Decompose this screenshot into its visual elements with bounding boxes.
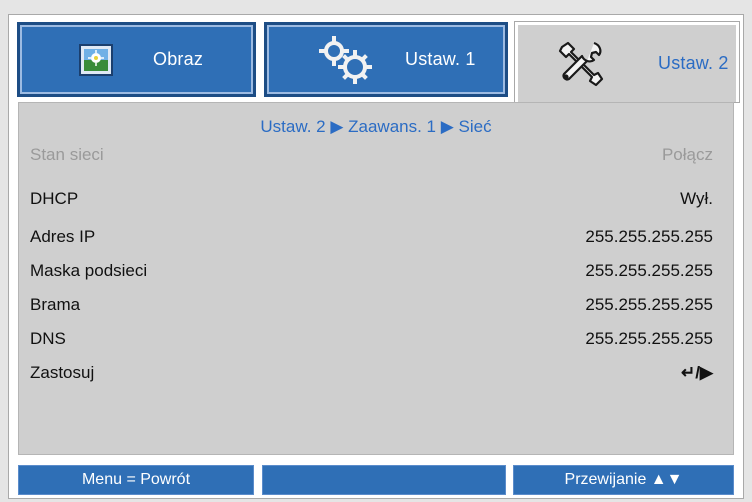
footer-scroll-hint: Przewijanie ▲▼ — [513, 465, 734, 495]
row-label: Zastosuj — [30, 363, 95, 382]
row-label: DHCP — [30, 189, 79, 208]
row-value: Wył. — [680, 189, 713, 208]
row-value: 255.255.255.255 — [585, 227, 713, 246]
row-value: Połącz — [661, 145, 713, 164]
tab-label: Ustaw. 2 — [658, 53, 729, 73]
menu-row-zastosuj[interactable]: Zastosuj ↵/▶ — [30, 356, 713, 390]
row-value: 255.255.255.255 — [585, 261, 713, 280]
footer-left-label: Menu = Powrót — [81, 471, 191, 488]
tab-ustaw-1[interactable]: Ustaw. 1 — [264, 22, 508, 97]
footer-back-hint: Menu = Powrót — [18, 465, 254, 495]
menu-row-dns[interactable]: DNS 255.255.255.255 — [30, 322, 713, 356]
row-value: 255.255.255.255 — [585, 329, 713, 348]
tab-ustaw-2[interactable]: Ustaw. 2 — [514, 21, 740, 103]
menu-row-dhcp[interactable]: DHCP Wył. — [30, 182, 713, 216]
row-value: 255.255.255.255 — [585, 295, 713, 314]
gears-icon — [317, 35, 373, 84]
row-label: Adres IP — [30, 227, 96, 246]
row-label: Brama — [30, 295, 81, 314]
menu-row-maska-podsieci[interactable]: Maska podsieci 255.255.255.255 — [30, 254, 713, 288]
footer-right-label: Przewijanie ▲▼ — [564, 471, 683, 488]
tab-obraz[interactable]: Obraz — [17, 22, 256, 97]
menu-row-adres-ip[interactable]: Adres IP 255.255.255.255 — [30, 220, 713, 254]
tools-icon — [554, 39, 606, 89]
menu-row-stan-sieci: Stan sieci Połącz — [30, 138, 713, 172]
footer-middle — [262, 465, 506, 495]
row-label: DNS — [30, 329, 66, 348]
network-settings-panel: Ustaw. 2 ▶ Zaawans. 1 ▶ Sieć Stan sieci … — [18, 102, 734, 455]
image-icon — [78, 43, 114, 76]
row-label: Maska podsieci — [30, 261, 148, 280]
menu-row-brama[interactable]: Brama 255.255.255.255 — [30, 288, 713, 322]
enter-arrow-icon: ↵/▶ — [680, 363, 713, 382]
breadcrumb: Ustaw. 2 ▶ Zaawans. 1 ▶ Sieć — [260, 117, 492, 136]
row-label: Stan sieci — [30, 145, 104, 164]
tab-label: Ustaw. 1 — [405, 49, 476, 69]
tab-label: Obraz — [153, 49, 204, 69]
